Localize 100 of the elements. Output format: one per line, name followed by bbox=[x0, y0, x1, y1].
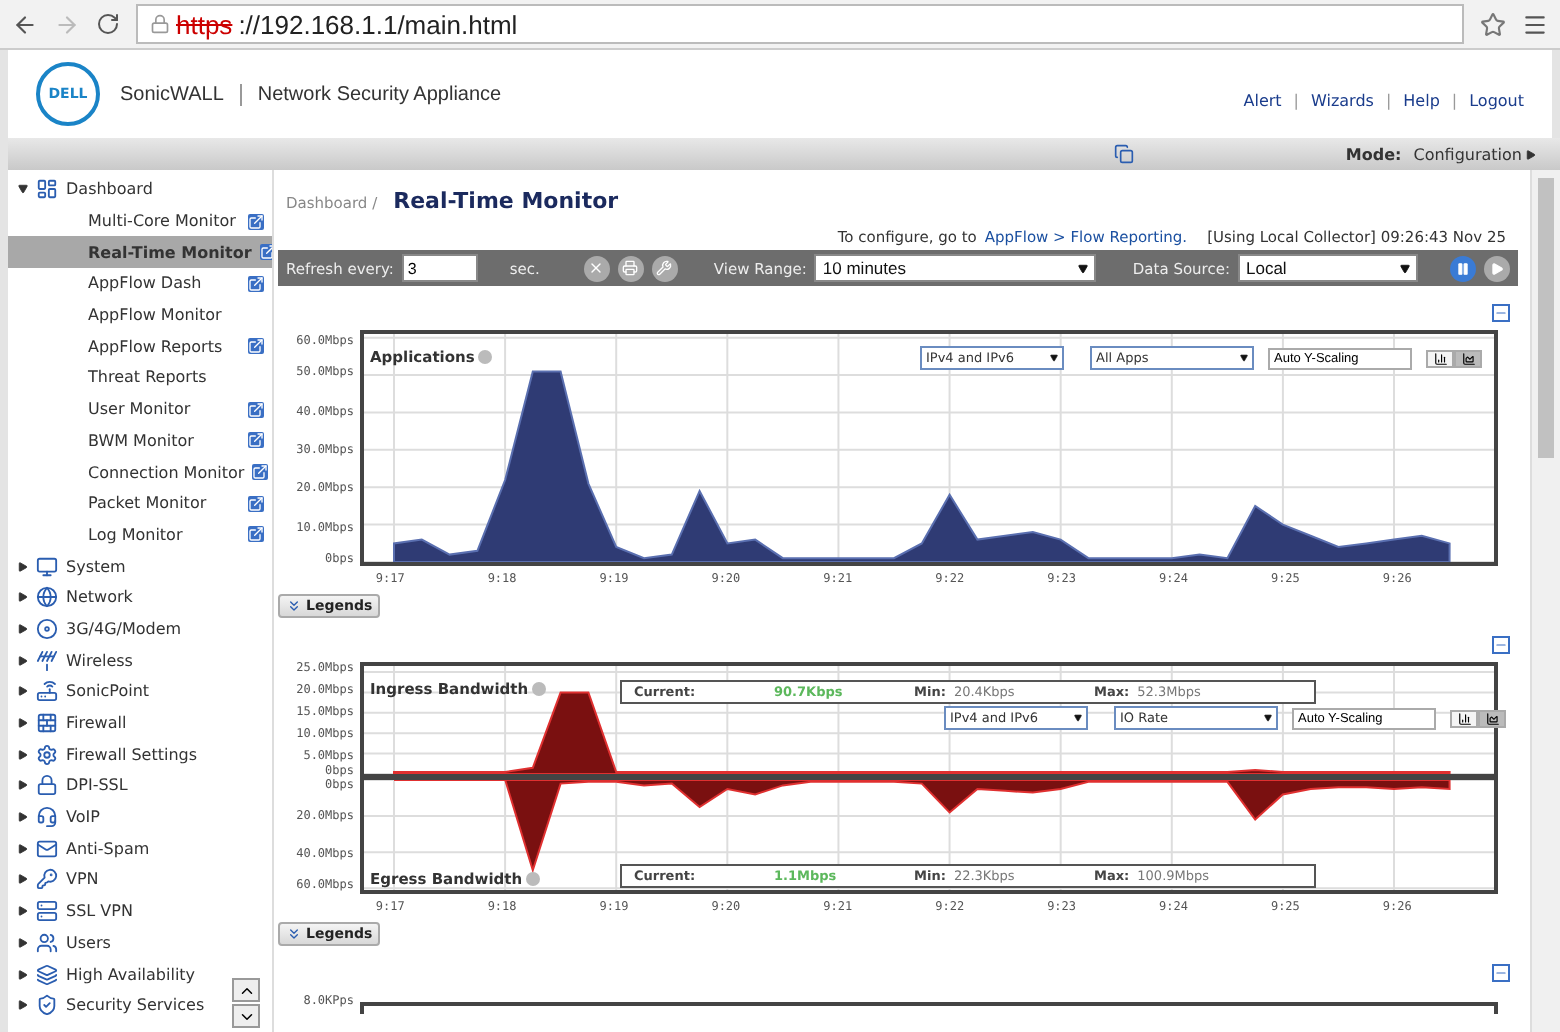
popout-icon[interactable] bbox=[252, 464, 269, 481]
close-icon bbox=[588, 260, 605, 276]
caret-icon bbox=[1526, 149, 1536, 159]
caret-icon bbox=[18, 623, 28, 634]
nav-item[interactable]: DPI-SSL bbox=[8, 770, 272, 802]
nav-subitem[interactable]: Connection Monitor bbox=[8, 456, 272, 488]
caret-icon bbox=[18, 1000, 28, 1011]
nav-item[interactable]: SonicPoint bbox=[8, 676, 272, 708]
nav-item[interactable]: Users bbox=[8, 927, 272, 959]
back-icon[interactable] bbox=[12, 11, 38, 37]
range-select[interactable]: 10 minutes bbox=[814, 254, 1097, 282]
caret-icon bbox=[1399, 263, 1410, 273]
address-bar[interactable]: https ://192.168.1.1/main.html bbox=[136, 4, 1464, 44]
dashboard-icon bbox=[36, 178, 58, 201]
refresh-field[interactable]: 3 bbox=[401, 254, 478, 282]
pause-button[interactable] bbox=[1450, 255, 1476, 281]
scrollbar[interactable] bbox=[1530, 170, 1560, 1032]
nav-item[interactable]: Network bbox=[8, 581, 272, 614]
header-link[interactable]: Wizards bbox=[1311, 91, 1374, 109]
server-icon bbox=[36, 900, 58, 923]
nav-item[interactable]: Firewall bbox=[8, 707, 272, 739]
header-link[interactable]: Help bbox=[1403, 91, 1440, 109]
nav-subitem[interactable]: Log Monitor bbox=[8, 519, 272, 551]
caret-icon bbox=[1240, 354, 1248, 362]
nav-subitem[interactable]: User Monitor bbox=[8, 393, 272, 425]
popout-icon[interactable] bbox=[248, 432, 264, 449]
menu-icon[interactable] bbox=[1522, 11, 1548, 37]
scroll-thumb[interactable] bbox=[1538, 178, 1554, 458]
nav-subitem[interactable]: AppFlow Dash bbox=[8, 268, 272, 300]
source-select[interactable]: Local bbox=[1237, 254, 1418, 282]
area-view-button[interactable] bbox=[1454, 349, 1482, 367]
caret-icon bbox=[18, 686, 28, 697]
nav-item[interactable]: High Availability bbox=[8, 958, 272, 990]
caret-icon bbox=[18, 655, 28, 666]
external-link-icon bbox=[248, 213, 264, 230]
nav-subitem[interactable]: Real-Time Monitor bbox=[8, 236, 272, 269]
mode-link[interactable]: Configuration bbox=[1413, 145, 1536, 163]
wrench-icon bbox=[656, 260, 673, 276]
bar-view-button[interactable] bbox=[1450, 709, 1478, 727]
caret-icon bbox=[18, 561, 28, 572]
caret-icon bbox=[18, 969, 28, 980]
nav-item[interactable]: VPN bbox=[8, 864, 272, 896]
mode-label: Mode: bbox=[1345, 145, 1402, 163]
nav-subitem[interactable]: AppFlow Monitor bbox=[8, 299, 272, 331]
bar-view-button[interactable] bbox=[1426, 349, 1454, 367]
collapse-button[interactable] bbox=[1492, 964, 1510, 982]
external-link-icon bbox=[252, 464, 269, 481]
area-chart-icon bbox=[1461, 351, 1475, 365]
nav-subitem[interactable]: Multi-Core Monitor bbox=[8, 205, 272, 237]
monitor-icon bbox=[36, 555, 58, 578]
nav-subitem[interactable]: BWM Monitor bbox=[8, 425, 272, 457]
separator: | bbox=[1385, 91, 1392, 109]
nav-item[interactable]: Anti-Spam bbox=[8, 832, 272, 865]
router-icon bbox=[36, 680, 58, 703]
nav-subitem[interactable]: Packet Monitor bbox=[8, 487, 272, 520]
nav-item[interactable]: Dashboard bbox=[8, 174, 272, 206]
external-link-icon bbox=[259, 244, 272, 261]
windows-icon[interactable] bbox=[1113, 144, 1134, 164]
header-link[interactable]: Logout bbox=[1469, 91, 1524, 109]
antenna-icon bbox=[36, 649, 58, 672]
popout-icon[interactable] bbox=[248, 338, 264, 355]
nav-item[interactable]: VoIP bbox=[8, 801, 272, 833]
pause-icon bbox=[1456, 261, 1470, 275]
print-button[interactable] bbox=[617, 255, 644, 281]
caret-icon bbox=[1078, 263, 1089, 273]
nav-item[interactable]: Firewall Settings bbox=[8, 738, 272, 771]
play-button[interactable] bbox=[1484, 255, 1510, 281]
popout-icon[interactable] bbox=[259, 244, 272, 261]
popout-icon[interactable] bbox=[248, 495, 264, 512]
header-link[interactable]: Alert bbox=[1243, 91, 1282, 109]
separator: | bbox=[1451, 91, 1458, 109]
scroll-down-button[interactable] bbox=[232, 1004, 260, 1028]
nav-item[interactable]: Security Services bbox=[8, 989, 272, 1022]
nav-subitem[interactable]: AppFlow Reports bbox=[8, 330, 272, 363]
bar-chart-icon bbox=[1433, 351, 1447, 365]
reload-icon[interactable] bbox=[96, 12, 120, 36]
nav-item[interactable]: 3G/4G/Modem bbox=[8, 613, 272, 645]
headset-icon bbox=[36, 806, 58, 829]
nav-item[interactable]: Wireless bbox=[8, 644, 272, 676]
settings-icon bbox=[36, 743, 58, 766]
external-link-icon bbox=[248, 275, 264, 292]
caret-icon bbox=[18, 874, 28, 885]
tools-button[interactable] bbox=[651, 255, 678, 281]
collapse-button[interactable] bbox=[1492, 304, 1510, 322]
popout-icon[interactable] bbox=[248, 401, 264, 418]
nav-item[interactable]: System bbox=[8, 550, 272, 582]
clear-button[interactable] bbox=[583, 255, 610, 281]
nav-subitem[interactable]: Threat Reports bbox=[8, 362, 272, 394]
caret-icon bbox=[18, 906, 28, 917]
star-icon[interactable] bbox=[1480, 11, 1506, 37]
popout-icon[interactable] bbox=[248, 526, 264, 543]
scroll-up-button[interactable] bbox=[232, 978, 260, 1002]
area-view-button[interactable] bbox=[1478, 709, 1506, 727]
nav-item[interactable]: SSL VPN bbox=[8, 895, 272, 927]
mail-icon bbox=[36, 837, 58, 860]
wall-icon bbox=[36, 712, 58, 735]
popout-icon[interactable] bbox=[248, 275, 264, 292]
popout-icon[interactable] bbox=[248, 213, 264, 230]
collapse-button[interactable] bbox=[1492, 636, 1510, 654]
caret-icon bbox=[18, 749, 28, 760]
